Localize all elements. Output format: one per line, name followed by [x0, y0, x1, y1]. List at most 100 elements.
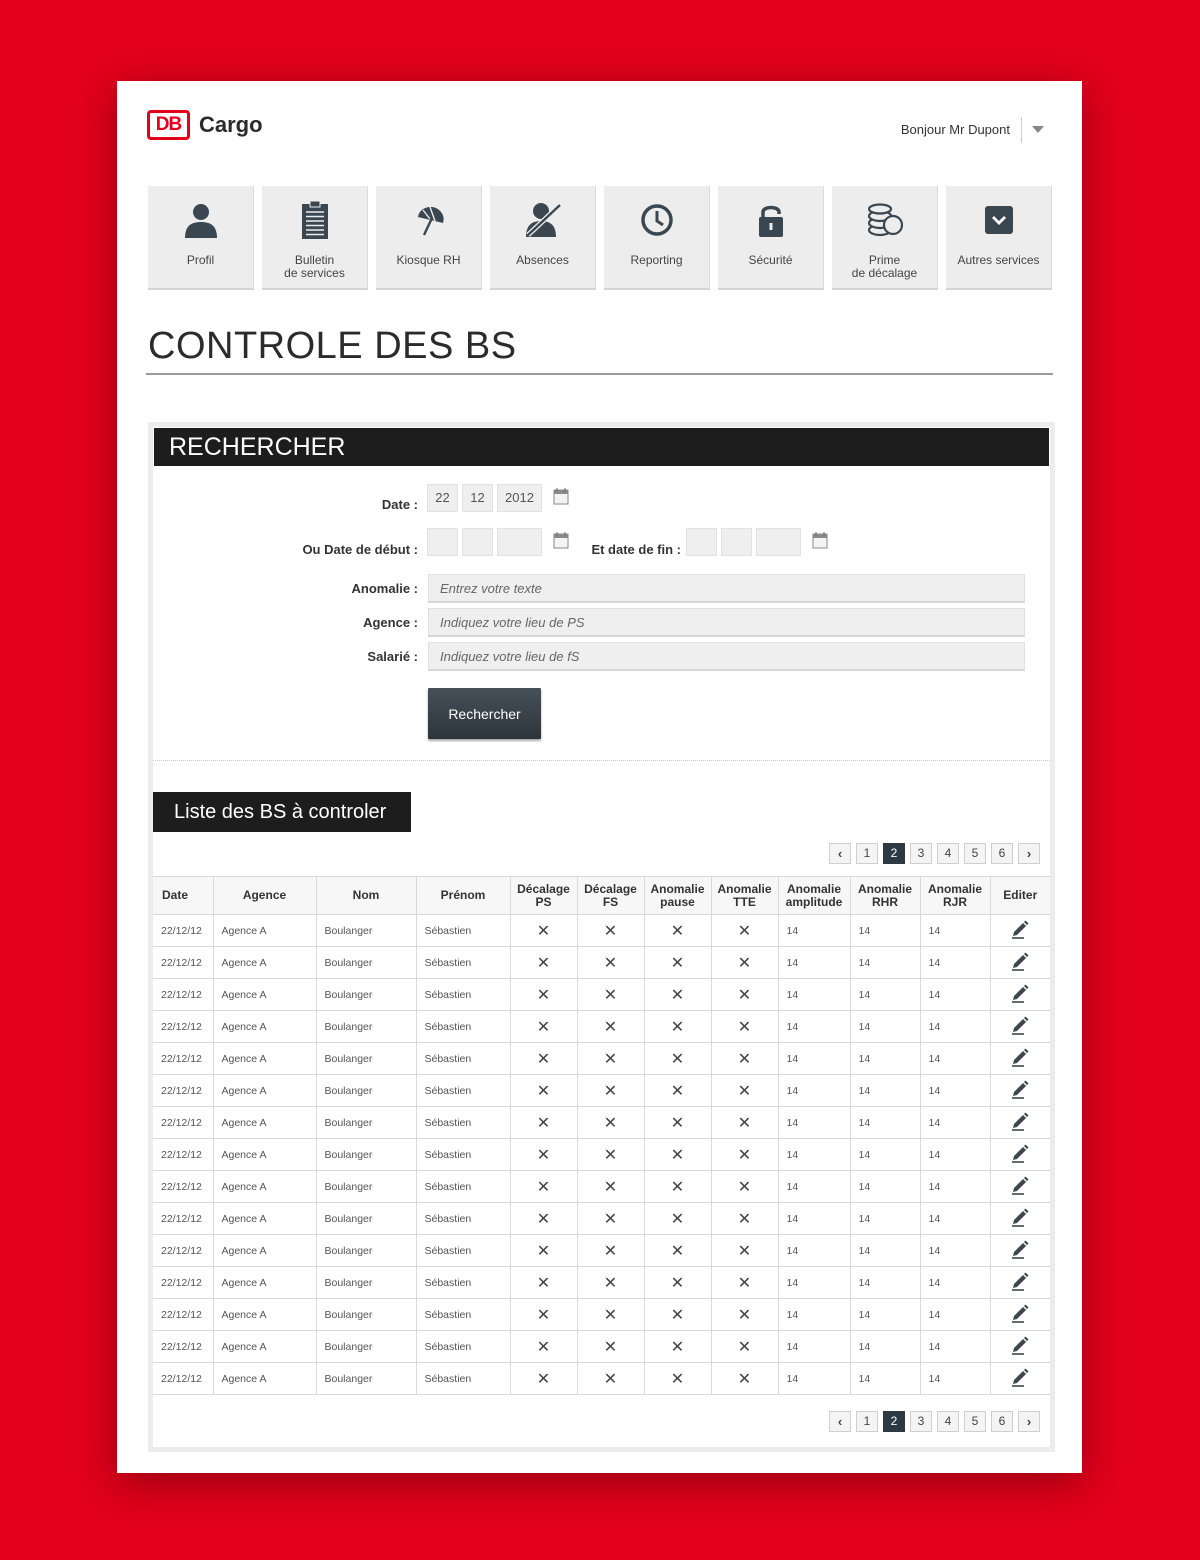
prev-page-button[interactable]: ‹	[829, 1411, 851, 1432]
edit-pencil-icon[interactable]	[990, 1298, 1050, 1331]
edit-pencil-icon[interactable]	[990, 946, 1050, 979]
page-button[interactable]: 1	[856, 1411, 878, 1432]
column-header[interactable]: Date	[153, 876, 214, 915]
anomalie-input[interactable]	[428, 574, 1025, 603]
column-header[interactable]: Nom	[316, 876, 417, 915]
start-year-field[interactable]	[497, 528, 542, 556]
end-year-field[interactable]	[756, 528, 801, 556]
chevron-down-icon[interactable]	[1032, 126, 1044, 133]
end-day-field[interactable]	[686, 528, 717, 556]
close-icon: ✕	[577, 1106, 645, 1139]
close-icon: ✕	[577, 1138, 645, 1171]
edit-pencil-icon[interactable]	[990, 1138, 1050, 1171]
end-month-field[interactable]	[721, 528, 752, 556]
page-button-active[interactable]: 2	[883, 843, 905, 864]
nav-tile-label: Prime de décalage	[851, 253, 918, 280]
column-header[interactable]: Anomalie RHR	[850, 876, 921, 915]
table-cell: Boulanger	[316, 1010, 417, 1043]
user-icon	[181, 200, 221, 240]
table-cell: 14	[778, 1170, 851, 1203]
edit-pencil-icon[interactable]	[990, 1042, 1050, 1075]
table-cell: 14	[778, 1202, 851, 1235]
page-button[interactable]: 3	[910, 843, 932, 864]
column-header[interactable]: Anomalie pause	[644, 876, 712, 915]
edit-pencil-icon[interactable]	[990, 1170, 1050, 1203]
table-cell: 14	[850, 1010, 921, 1043]
close-icon: ✕	[577, 1042, 645, 1075]
edit-pencil-icon[interactable]	[990, 1362, 1050, 1395]
prev-page-button[interactable]: ‹	[829, 843, 851, 864]
edit-pencil-icon[interactable]	[990, 1202, 1050, 1235]
table-cell: 14	[920, 1170, 991, 1203]
nav-tile-kiosque[interactable]: Kiosque RH	[376, 186, 482, 290]
nav-tile-bulletin[interactable]: Bulletin de services	[262, 186, 368, 290]
table-cell: Boulanger	[316, 1266, 417, 1299]
close-icon: ✕	[711, 1362, 779, 1395]
edit-pencil-icon[interactable]	[990, 1010, 1050, 1043]
edit-pencil-icon[interactable]	[990, 914, 1050, 947]
calendar-icon[interactable]	[553, 487, 569, 505]
close-icon: ✕	[510, 1266, 578, 1299]
table-cell: 22/12/12	[153, 1234, 214, 1267]
edit-pencil-icon[interactable]	[990, 1074, 1050, 1107]
page-button[interactable]: 5	[964, 1411, 986, 1432]
table-cell: Boulanger	[316, 978, 417, 1011]
page-button[interactable]: 4	[937, 1411, 959, 1432]
nav-tile-reporting[interactable]: Reporting	[604, 186, 710, 290]
date-year-field[interactable]: 2012	[497, 484, 542, 512]
page-button[interactable]: 6	[991, 1411, 1013, 1432]
calendar-icon[interactable]	[553, 531, 569, 549]
column-header[interactable]: Anomalie TTE	[711, 876, 779, 915]
date-day-field[interactable]: 22	[427, 484, 458, 512]
next-page-button[interactable]: ›	[1018, 843, 1040, 864]
page-button[interactable]: 5	[964, 843, 986, 864]
nav-tile-autres[interactable]: Autres services	[946, 186, 1052, 290]
nav-tile-prime[interactable]: Prime de décalage	[832, 186, 938, 290]
edit-pencil-icon[interactable]	[990, 1106, 1050, 1139]
column-header[interactable]: Anomalie amplitude	[778, 876, 851, 915]
start-day-field[interactable]	[427, 528, 458, 556]
edit-pencil-icon[interactable]	[990, 1234, 1050, 1267]
page-button[interactable]: 4	[937, 843, 959, 864]
page-button[interactable]: 1	[856, 843, 878, 864]
clipboard-icon	[295, 200, 335, 240]
search-button[interactable]: Rechercher	[428, 688, 541, 739]
table-cell: 22/12/12	[153, 1266, 214, 1299]
column-header[interactable]: Décalage PS	[510, 876, 578, 915]
table-cell: 22/12/12	[153, 1042, 214, 1075]
start-month-field[interactable]	[462, 528, 493, 556]
column-header[interactable]: Prénom	[416, 876, 511, 915]
page-button[interactable]: 6	[991, 843, 1013, 864]
close-icon: ✕	[644, 1266, 712, 1299]
column-header[interactable]: Agence	[213, 876, 317, 915]
nav-tile-securite[interactable]: Sécurité	[718, 186, 824, 290]
close-icon: ✕	[711, 1330, 779, 1363]
table-cell: Boulanger	[316, 1106, 417, 1139]
column-header[interactable]: Anomalie RJR	[920, 876, 991, 915]
end-date-label: Et date de fin :	[591, 542, 681, 557]
edit-pencil-icon[interactable]	[990, 1330, 1050, 1363]
edit-pencil-icon[interactable]	[990, 1266, 1050, 1299]
calendar-icon[interactable]	[812, 531, 828, 549]
close-icon: ✕	[577, 914, 645, 947]
column-header[interactable]: Décalage FS	[577, 876, 645, 915]
close-icon: ✕	[510, 1042, 578, 1075]
nav-tile-profil[interactable]: Profil	[148, 186, 254, 290]
page-button[interactable]: 3	[910, 1411, 932, 1432]
clock-icon	[637, 200, 677, 240]
bs-table: Date Agence Nom Prénom Décalage PS Décalage F…	[153, 876, 1050, 1395]
salarie-input[interactable]	[428, 642, 1025, 671]
next-page-button[interactable]: ›	[1018, 1411, 1040, 1432]
column-header[interactable]: Editer	[990, 876, 1050, 915]
nav-tile-absences[interactable]: Absences	[490, 186, 596, 290]
table-cell: Sébastien	[416, 914, 511, 947]
db-cargo-logo[interactable]: DB Cargo	[147, 110, 263, 140]
table-cell: 22/12/12	[153, 1362, 214, 1395]
header-divider	[1021, 117, 1022, 143]
date-month-field[interactable]: 12	[462, 484, 493, 512]
agence-input[interactable]	[428, 608, 1025, 637]
user-greeting[interactable]: Bonjour Mr Dupont	[901, 122, 1010, 137]
edit-pencil-icon[interactable]	[990, 978, 1050, 1011]
close-icon: ✕	[510, 1202, 578, 1235]
page-button-active[interactable]: 2	[883, 1411, 905, 1432]
